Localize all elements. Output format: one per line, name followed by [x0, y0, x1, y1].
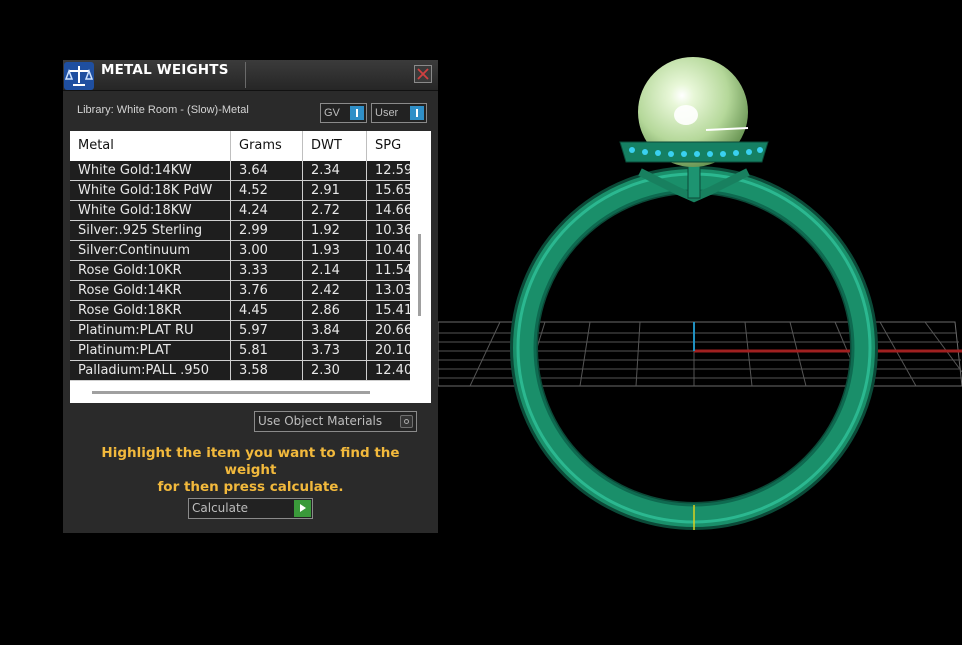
dwt-cell: 3.84 — [303, 321, 367, 340]
spg-cell: 10.36 — [375, 223, 410, 238]
table-row[interactable]: Silver:Continuum 3.00 1.93 10.40 — [70, 241, 410, 261]
dwt-cell: 2.30 — [303, 361, 367, 380]
table-body: White Gold:14KW 3.64 2.34 12.59 White Go… — [70, 161, 410, 381]
metal-cell: White Gold:14KW — [70, 161, 231, 180]
metal-weights-panel: METAL WEIGHTS Library: White Room - (Slo… — [63, 60, 438, 533]
instruction-text: Highlight the item you want to find the … — [77, 445, 424, 496]
spg-cell: 20.66 — [375, 323, 410, 338]
column-header-dwt[interactable]: DWT — [303, 131, 367, 161]
metal-cell: Silver:Continuum — [70, 241, 231, 260]
dwt-cell: 2.42 — [303, 281, 367, 300]
library-label: Library: White Room - (Slow)-Metal — [77, 104, 249, 116]
table-row[interactable]: White Gold:14KW 3.64 2.34 12.59 — [70, 161, 410, 181]
panel-titlebar[interactable]: METAL WEIGHTS — [63, 60, 438, 91]
instruction-line-1: Highlight the item you want to find the … — [101, 445, 400, 478]
calculate-button[interactable]: Calculate — [188, 498, 313, 519]
spg-cell: 15.65 — [375, 183, 410, 198]
dwt-cell: 1.92 — [303, 221, 367, 240]
metal-cell: White Gold:18KW — [70, 201, 231, 220]
horizontal-scroll-thumb[interactable] — [92, 391, 370, 394]
ring-model[interactable] — [510, 57, 878, 530]
grams-cell: 4.45 — [231, 301, 303, 320]
table-row[interactable]: Platinum:PLAT 5.81 3.73 20.10 — [70, 341, 410, 361]
table-row[interactable]: Rose Gold:18KR 4.45 2.86 15.41 — [70, 301, 410, 321]
metal-cell: Rose Gold:10KR — [70, 261, 231, 280]
dwt-cell: 1.93 — [303, 241, 367, 260]
grams-cell: 3.58 — [231, 361, 303, 380]
user-dropdown-value: User — [375, 107, 399, 119]
instruction-line-2: for then press calculate. — [157, 479, 344, 495]
column-header-grams[interactable]: Grams — [231, 131, 303, 161]
dwt-cell: 2.14 — [303, 261, 367, 280]
grams-cell: 4.24 — [231, 201, 303, 220]
spg-cell: 20.10 — [375, 343, 410, 358]
halo-setting — [619, 141, 769, 163]
grams-cell: 5.81 — [231, 341, 303, 360]
metal-cell: Rose Gold:14KR — [70, 281, 231, 300]
table-row[interactable]: Platinum:PLAT RU 5.97 3.84 20.66 — [70, 321, 410, 341]
user-dropdown[interactable]: User — [371, 103, 427, 123]
dwt-cell: 2.34 — [303, 161, 367, 180]
options-icon[interactable] — [400, 415, 413, 428]
grams-cell: 3.76 — [231, 281, 303, 300]
metal-cell: Platinum:PLAT RU — [70, 321, 231, 340]
vertical-scroll-thumb[interactable] — [418, 234, 421, 316]
grams-cell: 3.00 — [231, 241, 303, 260]
grams-cell: 2.99 — [231, 221, 303, 240]
spg-cell: 10.40 — [375, 243, 410, 258]
table-row[interactable]: White Gold:18K PdW 4.52 2.91 15.65 — [70, 181, 410, 201]
table-row[interactable]: Rose Gold:10KR 3.33 2.14 11.54 — [70, 261, 410, 281]
table-row[interactable]: Silver:.925 Sterling 2.99 1.92 10.36 — [70, 221, 410, 241]
grams-cell: 3.64 — [231, 161, 303, 180]
gv-dropdown[interactable]: GV — [320, 103, 367, 123]
use-object-materials-label: Use Object Materials — [258, 414, 383, 428]
grams-cell: 3.33 — [231, 261, 303, 280]
column-header-spg[interactable]: SPG — [367, 131, 410, 161]
spg-cell: 12.59 — [375, 163, 410, 178]
table-row[interactable]: Palladium:PALL .950 3.58 2.30 12.40 — [70, 361, 410, 381]
dropdown-toggle-icon[interactable] — [350, 106, 364, 120]
spg-cell: 14.66 — [375, 203, 410, 218]
table-header: Metal Grams DWT SPG — [70, 131, 410, 161]
metal-cell: Silver:.925 Sterling — [70, 221, 231, 240]
play-arrow-icon[interactable] — [294, 500, 311, 517]
use-object-materials-dropdown[interactable]: Use Object Materials — [254, 411, 417, 432]
close-button[interactable] — [414, 65, 432, 83]
metal-cell: Rose Gold:18KR — [70, 301, 231, 320]
gv-dropdown-value: GV — [324, 107, 340, 119]
scale-icon — [63, 61, 95, 91]
metal-cell: Palladium:PALL .950 — [70, 361, 231, 380]
title-separator — [245, 62, 246, 88]
dwt-cell: 2.86 — [303, 301, 367, 320]
horizontal-scrollbar[interactable] — [70, 381, 431, 403]
calculate-label: Calculate — [192, 501, 249, 515]
table-row[interactable]: Rose Gold:14KR 3.76 2.42 13.03 — [70, 281, 410, 301]
metal-cell: Platinum:PLAT — [70, 341, 231, 360]
table-row[interactable]: White Gold:18KW 4.24 2.72 14.66 — [70, 201, 410, 221]
dwt-cell: 2.91 — [303, 181, 367, 200]
spg-cell: 12.40 — [375, 363, 410, 378]
panel-title: METAL WEIGHTS — [101, 62, 229, 78]
metal-cell: White Gold:18K PdW — [70, 181, 231, 200]
metal-table: Metal Grams DWT SPG White Gold:14KW 3.64… — [70, 131, 431, 403]
dropdown-toggle-icon[interactable] — [410, 106, 424, 120]
spg-cell: 11.54 — [375, 263, 410, 278]
grams-cell: 4.52 — [231, 181, 303, 200]
grams-cell: 5.97 — [231, 321, 303, 340]
dwt-cell: 2.72 — [303, 201, 367, 220]
spg-cell: 15.41 — [375, 303, 410, 318]
dwt-cell: 3.73 — [303, 341, 367, 360]
column-header-metal[interactable]: Metal — [70, 131, 231, 161]
spg-cell: 13.03 — [375, 283, 410, 298]
vertical-scrollbar[interactable] — [410, 131, 431, 381]
close-icon — [417, 68, 429, 80]
